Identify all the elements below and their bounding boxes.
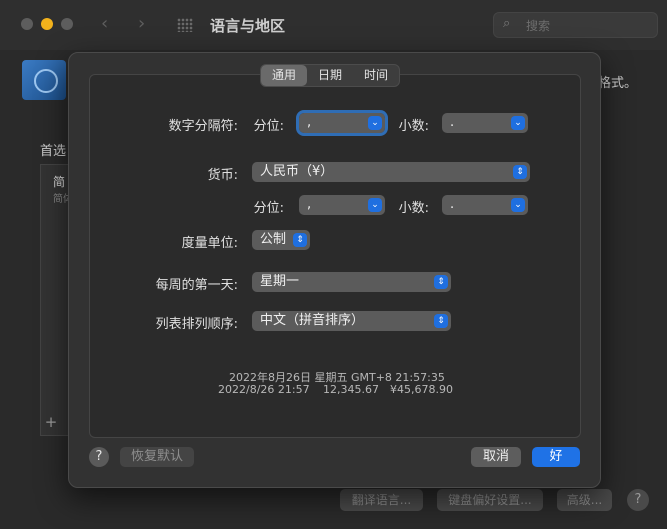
number-decimal-popup[interactable]: . ⌄ — [442, 113, 528, 133]
help-icon[interactable]: ? — [89, 447, 109, 467]
number-grouping-popup[interactable]: , ⌄ — [296, 110, 388, 136]
number-decimal-label: 小数: — [398, 119, 429, 134]
window-toolbar: ‹ › 语言与地区 ⌕ 搜索 — [0, 0, 667, 50]
currency-popup[interactable]: 人民币（¥） ⇕ — [252, 162, 530, 182]
tab-times[interactable]: 时间 — [353, 65, 399, 86]
currency-label: 货币: — [207, 168, 238, 183]
advanced-button[interactable]: 高级... — [557, 489, 612, 511]
first-day-value: 星期一 — [260, 274, 300, 289]
show-all-grid-icon[interactable] — [177, 18, 193, 32]
list-item: 简 — [53, 175, 66, 189]
close-window-button[interactable] — [21, 18, 33, 30]
measurement-units-value: 公制 — [260, 232, 287, 247]
first-day-popup[interactable]: 星期一 ⇕ — [252, 272, 451, 292]
tab-dates[interactable]: 日期 — [307, 65, 353, 86]
up-down-chevron-icon: ⇕ — [434, 275, 448, 289]
number-grouping-value: , — [307, 115, 312, 130]
search-icon: ⌕ — [503, 16, 511, 31]
list-sort-value: 中文（拼音排序） — [260, 313, 365, 328]
globe-flag-icon — [22, 60, 66, 100]
ok-button[interactable]: 好 — [532, 447, 580, 467]
zoom-window-button[interactable] — [61, 18, 73, 30]
currency-grouping-popup[interactable]: , ⌄ — [299, 195, 385, 215]
keyboard-preferences-button[interactable]: 键盘偏好设置... — [437, 489, 543, 511]
number-grouping-label: 分位: — [253, 119, 284, 134]
restore-defaults-button[interactable]: 恢复默认 — [120, 447, 194, 467]
tab-bar: 通用 日期 时间 — [260, 64, 401, 87]
chevron-down-icon: ⌄ — [511, 116, 525, 130]
currency-decimal-value: . — [450, 197, 455, 212]
number-decimal-value: . — [450, 115, 455, 130]
translate-languages-button[interactable]: 翻译语言... — [340, 489, 423, 511]
preview-currency: ¥45,678.90 — [390, 383, 453, 396]
up-down-chevron-icon: ⇕ — [434, 314, 448, 328]
cancel-button[interactable]: 取消 — [471, 447, 521, 467]
window-title: 语言与地区 — [210, 17, 286, 35]
chevron-down-icon: ⌄ — [511, 198, 525, 212]
list-sort-label: 列表排列顺序: — [155, 317, 238, 332]
chevron-down-icon: ⌄ — [368, 198, 382, 212]
currency-grouping-value: , — [307, 197, 312, 212]
general-panel: 数字分隔符: 分位: , ⌄ 小数: . ⌄ 货币: 人民币（¥） ⇕ 分位: … — [89, 74, 581, 438]
up-down-chevron-icon: ⇕ — [513, 165, 527, 179]
background-description-tail: 格式。 — [598, 76, 638, 91]
advanced-sheet: 通用 日期 时间 数字分隔符: 分位: , ⌄ 小数: . ⌄ 货币: 人民币（… — [68, 52, 601, 488]
measurement-units-label: 度量单位: — [181, 236, 238, 251]
currency-grouping-label: 分位: — [253, 201, 284, 216]
currency-decimal-popup[interactable]: . ⌄ — [442, 195, 528, 215]
preferred-languages-label: 首选 — [40, 144, 67, 159]
forward-arrow-icon[interactable]: › — [138, 13, 145, 34]
tab-general[interactable]: 通用 — [261, 65, 308, 86]
preview-short-date: 2022/8/26 21:57 — [218, 383, 310, 396]
add-language-icon[interactable]: + — [40, 413, 62, 433]
number-separators-label: 数字分隔符: — [168, 119, 238, 134]
search-placeholder: 搜索 — [526, 19, 551, 33]
currency-decimal-label: 小数: — [398, 201, 429, 216]
measurement-units-popup[interactable]: 公制 ⇕ — [252, 230, 310, 250]
preview-number: 12,345.67 — [323, 383, 379, 396]
chevron-down-icon: ⌄ — [368, 116, 382, 130]
minimize-window-button[interactable] — [41, 18, 53, 30]
first-day-label: 每周的第一天: — [155, 278, 238, 293]
currency-value: 人民币（¥） — [260, 164, 334, 179]
help-icon[interactable]: ? — [627, 489, 649, 511]
back-arrow-icon[interactable]: ‹ — [101, 13, 108, 34]
list-sort-popup[interactable]: 中文（拼音排序） ⇕ — [252, 311, 451, 331]
up-down-chevron-icon: ⇕ — [293, 233, 307, 247]
search-field[interactable]: ⌕ 搜索 — [493, 12, 658, 38]
